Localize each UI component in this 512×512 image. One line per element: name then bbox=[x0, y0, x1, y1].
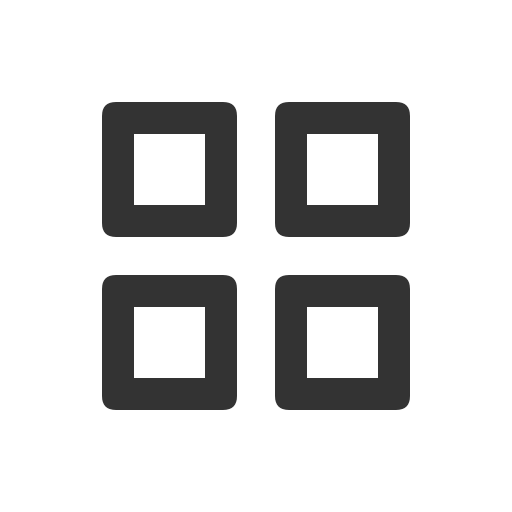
grid-tile-top-right bbox=[275, 102, 410, 237]
grid-tile-top-left bbox=[102, 102, 237, 237]
grid-icon bbox=[102, 102, 410, 410]
icon-canvas bbox=[0, 0, 512, 512]
grid-tiles bbox=[102, 102, 410, 410]
grid-tile-bottom-left bbox=[102, 275, 237, 410]
grid-tile-bottom-right bbox=[275, 275, 410, 410]
